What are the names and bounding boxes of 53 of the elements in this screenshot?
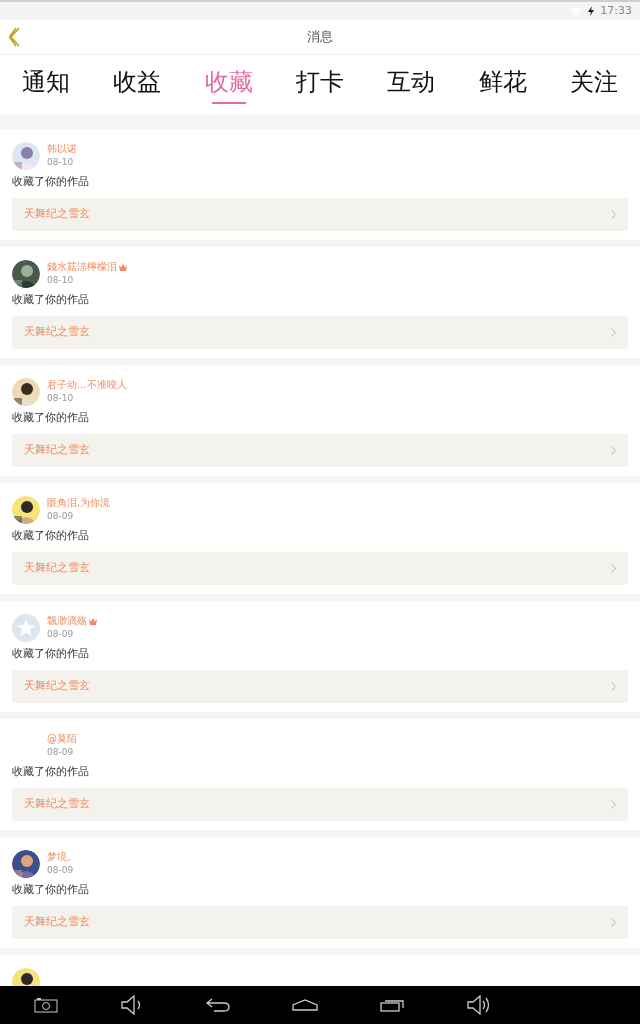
user-name[interactable]: 飄渺滴殇 [47,614,87,628]
user-name[interactable]: 眼角泪,为你流 [47,496,111,510]
page-title: 消息 [307,28,333,47]
user-name[interactable]: @莫陌 [47,732,77,746]
message-date: 08-09 [47,864,75,877]
tab[interactable]: 收藏 [204,67,253,104]
chevron-right-icon [611,682,616,691]
clock: 17:33 [600,2,632,19]
volume-up-icon[interactable] [466,995,492,1015]
camera-icon[interactable] [34,997,58,1013]
message-date: 08-09 [47,510,75,523]
tab[interactable]: 通知 [21,67,70,104]
message-date: 08-10 [47,156,75,169]
tab[interactable]: 互动 [387,67,436,104]
back-arrow-icon[interactable] [206,998,230,1012]
message-text: 收藏了你的作品 [12,529,90,543]
work-link[interactable]: 天舞纪之雪玄 [12,198,628,231]
work-link[interactable]: 天舞纪之雪玄 [12,552,628,585]
battery-charging-icon [588,6,595,16]
work-link[interactable]: 天舞纪之雪玄 [12,906,628,939]
message-text: 收藏了你的作品 [12,293,90,307]
user-name[interactable]: 錢水菇涼檸檬泪 [47,260,117,274]
tab[interactable]: 关注 [570,67,619,104]
message-text: 收藏了你的作品 [12,883,90,897]
user-name[interactable]: 梦境。 [47,850,77,864]
chevron-right-icon [611,210,616,219]
message-date: 08-10 [47,392,75,405]
message-text: 收藏了你的作品 [12,411,90,425]
message-date: 08-09 [47,628,75,641]
chevron-right-icon [611,328,616,337]
message-date: 08-10 [47,274,75,287]
tab[interactable]: 鲜花 [478,67,527,104]
work-link[interactable]: 天舞纪之雪玄 [12,788,628,821]
user-name[interactable]: 君子动...不准咬人 [47,378,127,392]
chevron-right-icon [611,446,616,455]
message-text: 收藏了你的作品 [12,765,90,779]
home-icon[interactable] [292,999,318,1011]
tab[interactable]: 收益 [113,67,162,104]
crown-icon [89,617,97,625]
chevron-right-icon [611,564,616,573]
user-name[interactable]: 韩以诺 [47,142,77,156]
message-text: 收藏了你的作品 [12,647,90,661]
work-link[interactable]: 天舞纪之雪玄 [12,434,628,467]
recent-apps-icon[interactable] [380,998,404,1012]
tab[interactable]: 打卡 [295,67,344,104]
chevron-right-icon [611,800,616,809]
message-text: 收藏了你的作品 [12,175,90,189]
default-avatar-icon [12,614,40,642]
chevron-right-icon [611,918,616,927]
work-link[interactable]: 天舞纪之雪玄 [12,670,628,703]
crown-icon [119,263,127,271]
message-date: 08-09 [47,746,75,759]
work-link[interactable]: 天舞纪之雪玄 [12,316,628,349]
